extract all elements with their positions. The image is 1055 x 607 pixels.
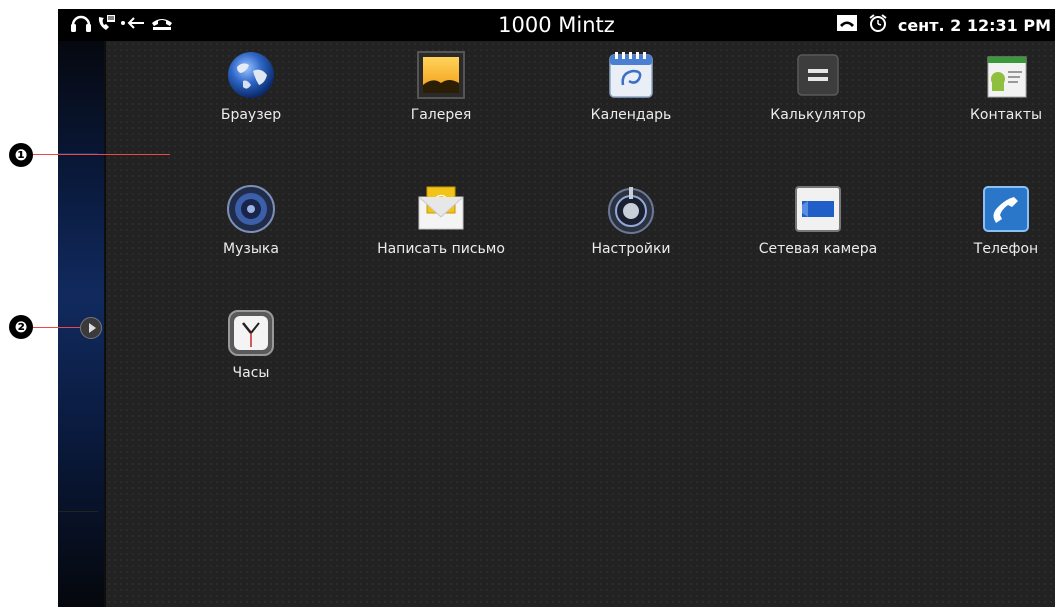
app-gallery[interactable]: Галерея [366,49,516,123]
calendar-icon [605,49,657,101]
app-contacts[interactable]: Контакты [931,49,1055,123]
speaker-icon [225,183,277,235]
app-label: Сетевая камера [758,241,878,257]
camera-icon [792,183,844,235]
app-email[interactable]: @ Написать письмо [366,183,516,257]
globe-icon [225,49,277,101]
app-music[interactable]: Музыка [176,183,326,257]
app-network-camera[interactable]: Сетевая камера [743,183,893,257]
callout-1: ❶ [9,143,33,167]
app-label: Написать письмо [377,241,505,257]
app-calendar[interactable]: Календарь [556,49,706,123]
app-label: Телефон [973,241,1039,257]
phone-icon [980,183,1032,235]
app-phone[interactable]: Телефон [931,183,1055,257]
clock-icon [225,307,277,359]
app-calculator[interactable]: Калькулятор [743,49,893,123]
app-browser[interactable]: Браузер [176,49,326,123]
calculator-icon [792,49,844,101]
app-drawer: Браузер Галерея Календарь Калькулятор Ко… [106,41,1055,607]
status-right: сент. 2 12:31 PM [836,13,1051,37]
app-label: Калькулятор [770,107,866,123]
app-label: Настройки [591,241,671,257]
app-settings[interactable]: Настройки [556,183,706,257]
app-label: Музыка [223,241,279,257]
callout-2: ❷ [9,315,33,339]
gallery-icon [415,49,467,101]
panel-toggle-handle[interactable] [80,317,102,339]
status-datetime: сент. 2 12:31 PM [897,15,1051,35]
app-label: Браузер [220,107,282,123]
callout-line-2 [33,327,80,328]
email-icon: @ [415,183,467,235]
app-label: Календарь [590,107,672,123]
status-bar: 1000 Mintz сент. 2 12:31 PM [58,9,1055,41]
settings-icon [605,183,657,235]
callout-line-1 [33,154,170,155]
tablet-screen: 1000 Mintz сент. 2 12:31 PM Браузер Гале… [58,9,1055,607]
alarm-clock-icon [868,13,888,37]
contacts-icon [980,49,1032,101]
app-label: Контакты [969,107,1043,123]
handset-icon [836,14,858,36]
app-label: Галерея [410,107,472,123]
app-label: Часы [232,365,270,381]
app-clock[interactable]: Часы [176,307,326,381]
